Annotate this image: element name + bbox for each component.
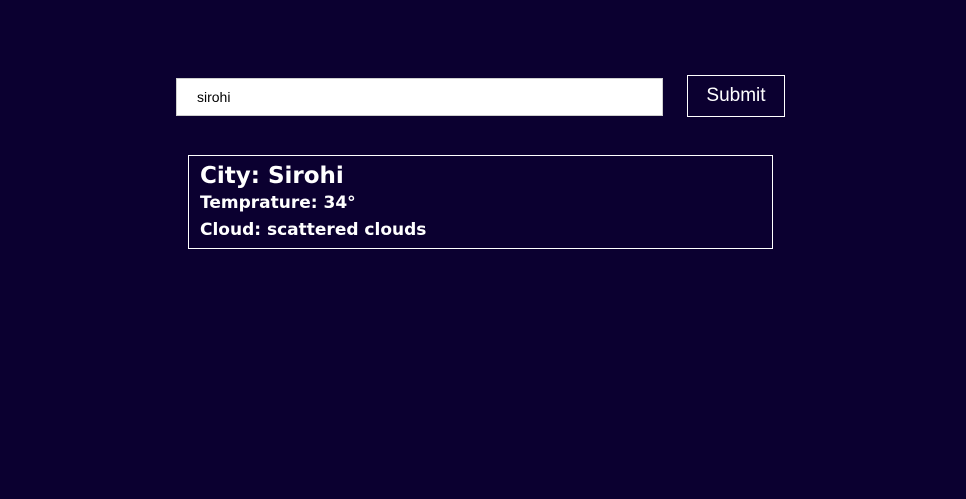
cloud-value: scattered clouds	[266, 220, 427, 240]
city-value: Sirohi	[267, 163, 344, 189]
temperature-label: Temprature:	[200, 193, 318, 213]
cloud-label: Cloud:	[200, 220, 262, 240]
cloud-row: Cloud: scattered clouds	[200, 218, 761, 242]
weather-result-card: City: Sirohi Temprature: 34° Cloud: scat…	[188, 155, 773, 249]
temperature-value: 34°	[323, 193, 356, 213]
temperature-row: Temprature: 34°	[200, 191, 761, 215]
city-label: City:	[200, 163, 260, 189]
city-search-input[interactable]	[176, 78, 663, 116]
submit-button[interactable]: Submit	[687, 75, 785, 117]
city-row: City: Sirohi	[200, 161, 761, 191]
